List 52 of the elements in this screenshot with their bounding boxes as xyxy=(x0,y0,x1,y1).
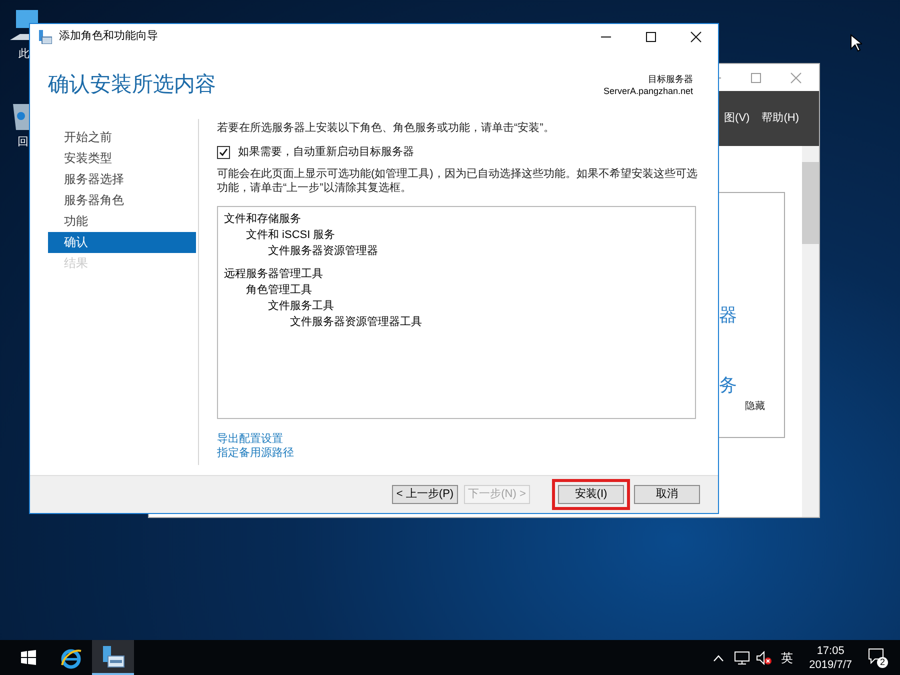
dialog-button[interactable]: 取消 xyxy=(634,485,700,504)
network-icon[interactable] xyxy=(734,650,750,664)
dialog-button[interactable]: < 上一步(P) xyxy=(392,485,458,504)
window-title: 添加角色和功能向导 xyxy=(59,29,158,44)
clock-time: 17:05 xyxy=(816,644,844,658)
tile-text: 务 xyxy=(719,375,737,395)
close-icon[interactable] xyxy=(690,30,702,42)
tree-item: 文件和存储服务 xyxy=(224,212,301,226)
wizard-step[interactable]: 安装类型 xyxy=(48,148,196,169)
wizard-step[interactable]: 服务器选择 xyxy=(48,169,196,190)
tree-item: 文件服务工具 xyxy=(268,298,334,314)
tree-item: 文件和 iSCSI 服务 xyxy=(246,228,336,242)
hide-link[interactable]: 隐藏 xyxy=(745,399,765,414)
wizard-step[interactable]: 功能 xyxy=(48,211,196,232)
wizard-step[interactable]: 开始之前 xyxy=(48,127,196,148)
link[interactable]: 指定备用源路径 xyxy=(217,446,294,460)
clock[interactable]: 17:05 2019/7/7 xyxy=(809,644,852,672)
desktop-icon-label: 此 xyxy=(18,47,30,62)
tile-text: 器 xyxy=(719,305,737,325)
server-manager-icon xyxy=(100,644,126,670)
checkmark-icon xyxy=(219,148,228,157)
volume-muted-icon[interactable] xyxy=(756,650,772,664)
tree-item: 角色管理工具 xyxy=(246,282,312,298)
tree-item: 远程服务器管理工具 xyxy=(224,266,323,282)
target-server-label: 目标服务器 xyxy=(648,73,693,85)
windows-start-icon[interactable] xyxy=(20,650,36,665)
wizard-step[interactable]: 服务器角色 xyxy=(48,190,196,211)
input-method-indicator[interactable]: 英 xyxy=(781,648,794,666)
notification-center-button[interactable]: 2 xyxy=(868,648,888,668)
tree-item: 文件服务器资源管理器 xyxy=(268,244,378,258)
clock-date: 2019/7/7 xyxy=(809,658,852,672)
link[interactable]: 导出配置设置 xyxy=(217,432,283,446)
menu-item[interactable]: 帮助(H) xyxy=(762,110,799,127)
wizard-icon xyxy=(38,30,52,44)
checkbox-label: 如果需要，自动重新启动目标服务器 xyxy=(238,144,414,160)
notification-count: 2 xyxy=(877,656,888,668)
desktop-icon-label: 回 xyxy=(18,135,28,150)
cursor-icon xyxy=(850,34,862,52)
menu-item[interactable]: 图(V) xyxy=(724,110,750,127)
intro-text: 若要在所选服务器上安装以下角色、角色服务或功能，请单击“安装”。 xyxy=(217,120,556,136)
notification-icon xyxy=(868,648,884,664)
tree-item: 文件服务器资源管理器工具 xyxy=(290,314,422,330)
maximize-icon[interactable] xyxy=(645,30,657,42)
wizard-step[interactable]: 确认 xyxy=(48,232,196,253)
dialog-button[interactable]: 安装(I) xyxy=(558,485,624,504)
target-server-name: ServerA.pangzhan.net xyxy=(603,85,693,97)
restart-checkbox[interactable] xyxy=(217,146,230,159)
scrollbar[interactable] xyxy=(802,146,819,517)
taskbar-app[interactable] xyxy=(92,640,134,675)
page-heading: 确认安装所选内容 xyxy=(48,72,216,98)
chevron-up-icon[interactable] xyxy=(713,654,724,662)
note-text: 可能会在此页面上显示可选功能(如管理工具)，因为已自动选择这些功能。如果不希望安装这些可选功能，请单击“上一步”以清除其复选框。 xyxy=(217,166,698,194)
